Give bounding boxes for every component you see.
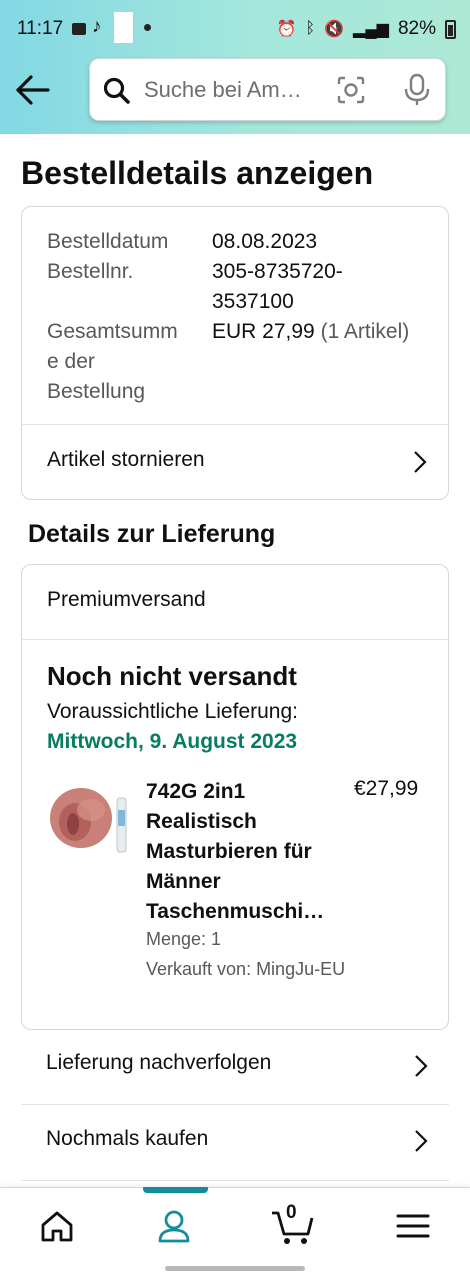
notification-icon [72, 23, 86, 35]
product-price: €27,99 [354, 777, 419, 800]
search-bar[interactable] [89, 58, 446, 121]
track-delivery-button[interactable]: Lieferung nachverfolgen [21, 1028, 449, 1103]
order-total-amount: EUR 27,99 [212, 320, 315, 343]
alarm-icon: ⏰ [276, 21, 297, 38]
battery-icon [445, 19, 456, 39]
shipment-status: Noch nicht versandt [47, 661, 297, 691]
order-number-label: Bestellnr. [47, 260, 134, 283]
cart-button[interactable]: 0 [270, 1202, 316, 1246]
battery-percent: 82% [397, 18, 436, 39]
account-icon[interactable] [154, 1206, 194, 1246]
product-name-line: 742G 2in1 [146, 780, 246, 803]
more-notifications-icon [144, 24, 151, 31]
order-number-line2: 3537100 [212, 290, 294, 313]
bottom-navigation: 0 [0, 1187, 470, 1260]
product-name[interactable]: 742G 2in1 Realistisch Masturbieren für M… [146, 777, 336, 927]
cancel-items-label: Artikel stornieren [47, 448, 205, 471]
home-icon[interactable] [37, 1206, 77, 1246]
product-name-line: Masturbieren für [146, 840, 312, 863]
cancel-items-button[interactable]: Artikel stornieren [22, 425, 448, 500]
delivery-card: Premiumversand Noch nicht versandt Vorau… [21, 564, 449, 1030]
order-total-label-line1: Gesamtsumm [47, 320, 178, 343]
chevron-right-icon [414, 451, 427, 473]
delivery-heading: Details zur Lieferung [28, 520, 276, 548]
product-name-line: Männer [146, 870, 221, 893]
search-icon [103, 77, 130, 104]
order-date-value: 08.08.2023 [212, 230, 318, 253]
chevron-right-icon [415, 1055, 428, 1077]
buy-again-label: Nochmals kaufen [46, 1127, 209, 1150]
track-delivery-label: Lieferung nachverfolgen [46, 1051, 272, 1074]
active-tab-indicator [143, 1187, 208, 1193]
status-bar: 11:17 ♪ ⏰ ᛒ 🔇 ▂▄▆ 82% [0, 0, 470, 56]
cart-count: 0 [286, 1202, 297, 1223]
redacted-block [114, 12, 133, 43]
shipping-method: Premiumversand [47, 588, 206, 611]
chevron-right-icon [415, 1130, 428, 1152]
product-name-line: Realistisch [146, 810, 257, 833]
product-seller: Verkauft von: MingJu-EU [146, 959, 346, 979]
product-quantity: Menge: 1 [146, 929, 222, 949]
back-arrow-icon[interactable] [14, 73, 52, 107]
order-total-value: EUR 27,99 (1 Artikel) [212, 317, 409, 347]
mute-icon: 🔇 [324, 21, 345, 38]
product-name-line: Taschenmuschi… [146, 900, 325, 923]
microphone-icon[interactable] [402, 73, 432, 107]
search-input[interactable] [144, 73, 324, 107]
gesture-bar [165, 1266, 305, 1271]
order-date-label: Bestelldatum [47, 230, 169, 253]
camera-scan-icon[interactable] [336, 75, 366, 105]
divider [21, 1180, 449, 1181]
order-total-label-line2: e der [47, 350, 95, 373]
page-title: Bestelldetails anzeigen [21, 155, 374, 191]
divider [22, 639, 448, 640]
eta-label: Voraussichtliche Lieferung: [47, 700, 298, 723]
order-item-count: (1 Artikel) [320, 320, 410, 343]
product-image[interactable] [47, 780, 132, 860]
order-number-line1: 305-8735720- [212, 260, 343, 283]
bluetooth-icon: ᛒ [305, 20, 316, 37]
eta-date: Mittwoch, 9. August 2023 [47, 730, 298, 753]
signal-icon: ▂▄▆ [353, 21, 389, 38]
order-summary-card: Bestelldatum 08.08.2023 Bestellnr. 305-8… [21, 206, 449, 500]
tiktok-icon: ♪ [92, 16, 102, 37]
status-time: 11:17 [17, 18, 64, 39]
buy-again-button[interactable]: Nochmals kaufen [21, 1104, 449, 1179]
order-total-label-line3: Bestellung [47, 380, 146, 403]
menu-icon[interactable] [393, 1206, 433, 1246]
